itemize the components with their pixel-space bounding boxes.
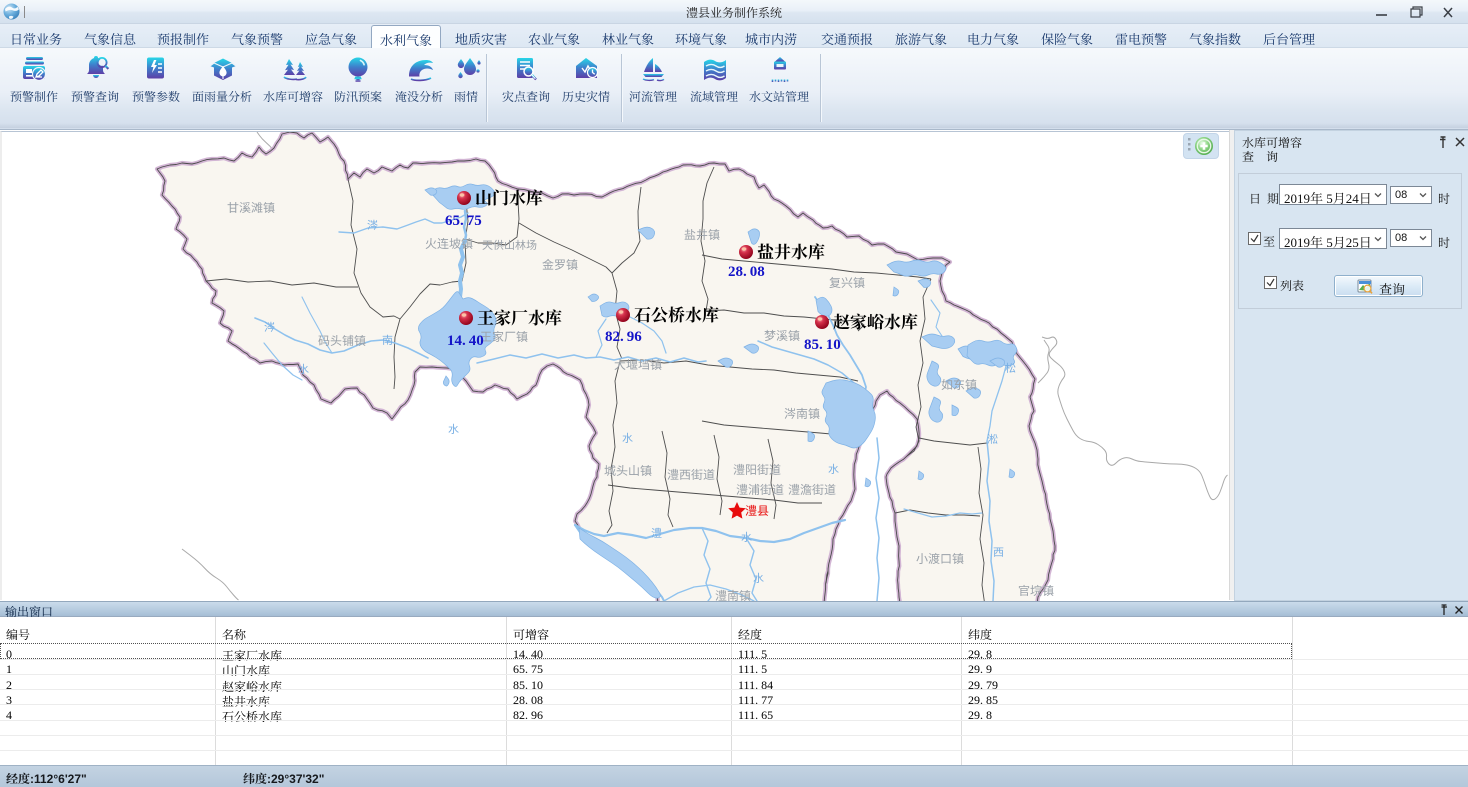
svg-text:小渡口镇: 小渡口镇 (916, 552, 964, 566)
svg-text:大堰垱镇: 大堰垱镇 (614, 358, 662, 372)
svg-text:山门水库: 山门水库 (475, 189, 543, 208)
svg-text:王家厂水库: 王家厂水库 (477, 309, 562, 328)
svg-text:澧: 澧 (651, 527, 662, 540)
svg-text:85. 10: 85. 10 (804, 337, 841, 353)
svg-text:甘溪滩镇: 甘溪滩镇 (227, 201, 275, 215)
svg-text:盐井水库: 盐井水库 (757, 243, 825, 262)
svg-text:水: 水 (753, 572, 764, 585)
svg-text:82. 96: 82. 96 (605, 329, 642, 345)
svg-text:盐井镇: 盐井镇 (684, 228, 720, 242)
svg-text:涔: 涔 (367, 219, 378, 232)
svg-text:官垸镇: 官垸镇 (1018, 584, 1054, 598)
svg-text:淞: 淞 (987, 433, 998, 446)
svg-text:澧南镇: 澧南镇 (715, 589, 751, 601)
svg-text:水: 水 (828, 463, 839, 476)
svg-text:14. 40: 14. 40 (447, 333, 484, 349)
svg-text:城头山镇: 城头山镇 (604, 464, 652, 478)
svg-text:涔南镇: 涔南镇 (784, 407, 820, 421)
svg-text:澧西街道: 澧西街道 (667, 468, 715, 482)
svg-text:28. 08: 28. 08 (728, 264, 765, 280)
svg-text:水: 水 (298, 363, 309, 376)
svg-text:金罗镇: 金罗镇 (542, 258, 578, 272)
svg-text:南: 南 (382, 334, 393, 347)
svg-text:澧浦街道: 澧浦街道 (736, 483, 784, 497)
svg-text:水: 水 (741, 531, 752, 544)
svg-text:澧阳街道: 澧阳街道 (733, 463, 781, 477)
svg-text:赵家峪水库: 赵家峪水库 (833, 313, 918, 332)
svg-text:澧县: 澧县 (745, 504, 769, 518)
svg-text:澧澹街道: 澧澹街道 (788, 483, 836, 497)
svg-text:65. 75: 65. 75 (445, 213, 482, 229)
svg-text:松: 松 (1005, 362, 1016, 375)
svg-text:水: 水 (448, 423, 459, 436)
svg-text:西: 西 (993, 547, 1004, 559)
svg-text:王家厂镇: 王家厂镇 (480, 330, 528, 344)
svg-text:复兴镇: 复兴镇 (829, 276, 865, 290)
svg-text:石公桥水库: 石公桥水库 (634, 306, 719, 325)
svg-text:梦溪镇: 梦溪镇 (764, 329, 800, 343)
svg-text:火连坡镇: 火连坡镇 (425, 237, 473, 251)
svg-text:如东镇: 如东镇 (941, 378, 977, 392)
svg-text:天供山林场: 天供山林场 (482, 239, 537, 252)
svg-text:涔: 涔 (264, 321, 275, 334)
svg-text:水: 水 (622, 432, 633, 445)
svg-text:码头铺镇: 码头铺镇 (318, 334, 366, 348)
